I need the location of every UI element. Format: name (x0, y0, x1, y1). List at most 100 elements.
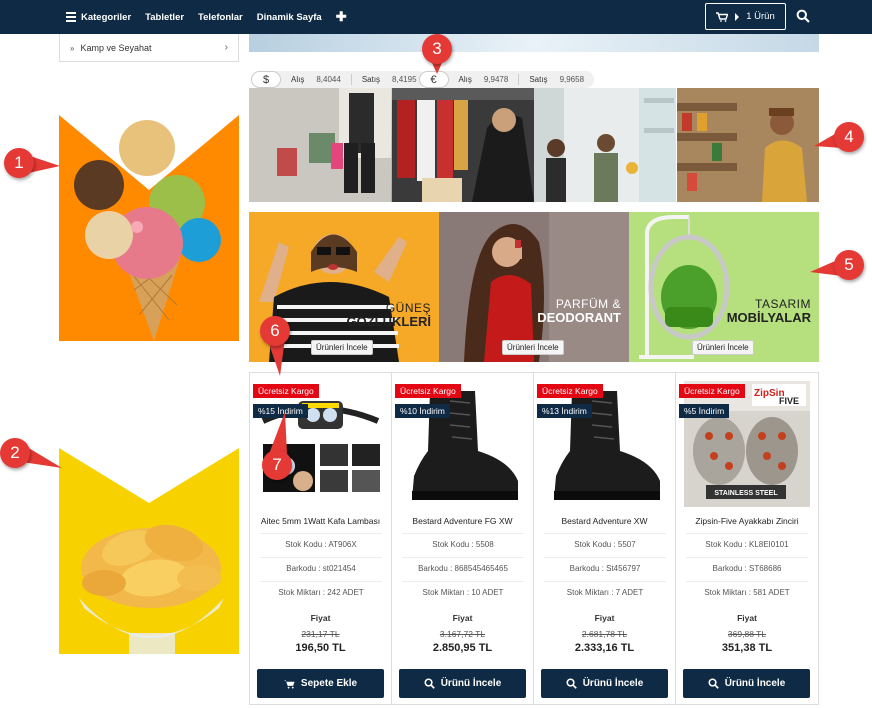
cart-button[interactable]: 1 Ürün (705, 3, 786, 30)
double-chevron-icon: » (70, 43, 75, 53)
hero-slider-bottom[interactable] (249, 34, 819, 52)
add-to-cart-button[interactable]: Sepete Ekle (257, 669, 384, 698)
discount-badge: %5 İndirim (679, 404, 730, 418)
nav-tablets[interactable]: Tabletler (145, 12, 184, 23)
view-product-label: Ürünü İncele (440, 678, 502, 689)
top-navbar: Kategoriler Tabletler Telefonlar Dinamik… (0, 0, 872, 34)
price-label: Fiyat (310, 613, 331, 623)
sidebar-item-kamp-ve-seyahat[interactable]: » Kamp ve Seyahat (70, 43, 152, 53)
promo-browse-button[interactable]: Ürünleri İncele (311, 340, 373, 355)
nav-tablets-label: Tabletler (145, 11, 185, 23)
divider (350, 74, 352, 85)
sidebar-item-label: Kamp ve Seyahat (80, 43, 152, 53)
callout-1: 1 (4, 148, 60, 178)
new-price: 2.333,16 TL (574, 642, 635, 654)
search-icon (566, 678, 577, 689)
usd-sell-value: 8,4195 (392, 75, 417, 84)
usd-buy-value: 8,4044 (316, 75, 341, 84)
nav-phones[interactable]: Telefonlar (198, 12, 243, 23)
caret-right-icon (735, 12, 740, 21)
product-name[interactable]: Bestard Adventure XW (534, 516, 675, 526)
promo-sunglasses-title: GÜNEŞ GÖZLÜKLERİ (347, 302, 432, 328)
old-price: 3.167,72 TL (439, 629, 486, 639)
boot-image (542, 381, 668, 507)
price-label: Fiyat (452, 613, 473, 623)
side-banner-ice-cream[interactable] (59, 115, 239, 341)
callout-number: 1 (4, 148, 34, 178)
nav-dynamic-page-label: Dinamik Sayfa (256, 11, 322, 23)
nav-categories[interactable]: Kategoriler (66, 10, 131, 24)
promo-browse-button[interactable]: Ürünleri İncele (502, 340, 564, 355)
product-name[interactable]: Bestard Adventure FG XW (392, 516, 533, 526)
stock-code: Stok Kodu : 5508 (402, 533, 524, 549)
search-icon (424, 678, 435, 689)
product-grid: Ücretsiz Kargo %15 İndirim Aitec 5mm 1Wa… (249, 372, 819, 705)
eur-sell-value: 9,9658 (559, 75, 585, 84)
promo-banners: GÜNEŞ GÖZLÜKLERİ Ürünleri İncele PARFÜM … (249, 212, 819, 362)
promo-browse-button[interactable]: Ürünleri İncele (692, 340, 754, 355)
nav-add-button[interactable]: ✚ (336, 9, 347, 25)
clothing-rack-image (391, 88, 534, 202)
shopping-photo-row (249, 88, 819, 202)
currency-usd: $ Alış 8,4044 Satış 8,4195 (251, 71, 427, 88)
callout-number: 5 (834, 250, 864, 280)
product-card[interactable]: ZipSin FIVE STAINLESS STEEL Ücretsiz Kar… (676, 373, 818, 704)
old-price: 231,17 TL (301, 629, 340, 639)
promo-title-line1: TASARIM (755, 297, 811, 311)
view-product-button[interactable]: Ürünü İncele (541, 669, 668, 698)
stock-quantity: Stok Miktarı : 242 ADET (260, 581, 382, 597)
nav-categories-label: Kategoriler (81, 11, 132, 23)
product-name[interactable]: Zipsin-Five Ayakkabı Zinciri (676, 516, 818, 526)
old-price: 369,88 TL (727, 629, 767, 639)
promo-furniture-title: TASARIM MOBİLYALAR (727, 298, 811, 324)
product-name[interactable]: Aitec 5mm 1Watt Kafa Lambası (250, 516, 391, 526)
new-price: 351,38 TL (721, 642, 773, 654)
free-shipping-badge: Ücretsiz Kargo (537, 384, 603, 398)
callout-number: 3 (422, 34, 452, 64)
promo-title-line1: GÜNEŞ (385, 301, 431, 315)
price-label: Fiyat (594, 613, 615, 623)
stock-code: Stok Kodu : 5507 (544, 533, 666, 549)
product-card[interactable]: Ücretsiz Kargo %13 İndirim Bestard Adven… (534, 373, 676, 704)
photo-clothing-rack[interactable] (391, 88, 535, 202)
cart-icon (283, 679, 295, 689)
shopping-bags-image (249, 88, 391, 202)
photo-store-shoppers[interactable] (534, 88, 677, 202)
promo-furniture[interactable]: TASARIM MOBİLYALAR Ürünleri İncele (629, 212, 819, 362)
view-product-button[interactable]: Ürünü İncele (683, 669, 810, 698)
zipsin-five-text: FIVE (779, 396, 799, 406)
store-shoppers-image (534, 88, 676, 202)
search-icon[interactable] (796, 9, 810, 23)
page: Kategoriler Tabletler Telefonlar Dinamik… (0, 0, 872, 708)
grocery-shopper-image (676, 88, 819, 202)
divider (518, 74, 520, 85)
nav-dynamic-page[interactable]: Dinamik Sayfa (257, 12, 322, 23)
barcode: Barkodu : st021454 (260, 557, 382, 573)
callout-4: 4 (814, 122, 864, 152)
view-product-button[interactable]: Ürünü İncele (399, 669, 526, 698)
usd-buy-label: Alış (291, 75, 305, 84)
stock-quantity: Stok Miktarı : 10 ADET (402, 581, 524, 597)
side-banner-chips[interactable] (59, 448, 239, 654)
search-icon (708, 678, 719, 689)
new-price: 196,50 TL (295, 642, 346, 654)
photo-shopping-bags[interactable] (249, 88, 392, 202)
promo-title-line2: GÖZLÜKLERİ (346, 313, 432, 329)
eur-buy-label: Alış (458, 75, 472, 84)
menu-icon (66, 10, 76, 24)
promo-perfume[interactable]: PARFÜM & DEODORANT Ürünleri İncele (439, 212, 629, 362)
stock-code: Stok Kodu : KL8EI0101 (686, 533, 808, 549)
product-card[interactable]: Ücretsiz Kargo %10 İndirim Bestard Adven… (392, 373, 534, 704)
eur-sell-label: Satış (529, 75, 548, 84)
discount-badge: %10 İndirim (395, 404, 450, 418)
promo-title-line2: DEODORANT (537, 309, 621, 325)
new-price: 2.850,95 TL (432, 642, 493, 654)
plus-icon: ✚ (335, 9, 347, 24)
dollar-icon: $ (251, 71, 281, 88)
barcode: Barkodu : ST68686 (686, 557, 808, 573)
photo-grocery-shopper[interactable] (676, 88, 820, 202)
cart-count: 1 Ürün (746, 11, 775, 22)
callout-5: 5 (810, 250, 864, 280)
callout-6: 6 (260, 316, 290, 376)
callout-number: 4 (834, 122, 864, 152)
